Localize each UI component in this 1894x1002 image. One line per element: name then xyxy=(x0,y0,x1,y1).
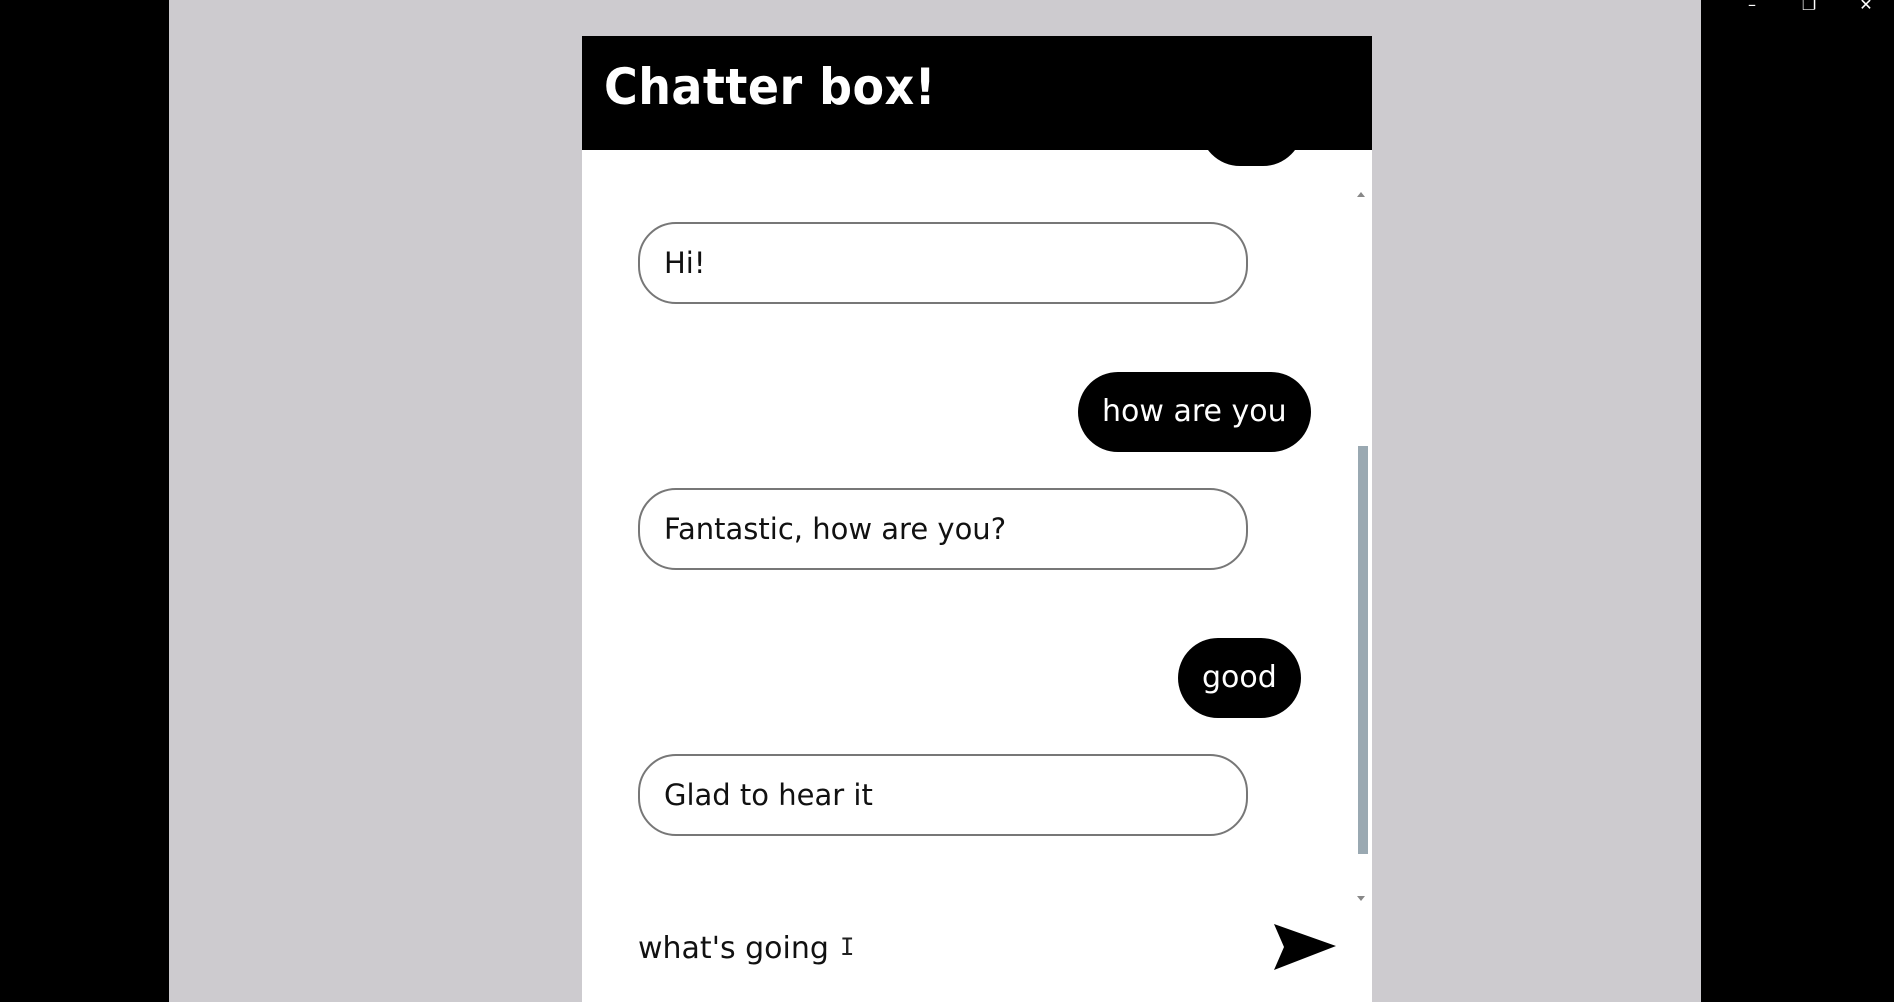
composer: I xyxy=(582,916,1372,1002)
app-header: Chatter box! xyxy=(582,36,1372,150)
message-input[interactable] xyxy=(638,916,1198,980)
bot-message: Hi! xyxy=(638,222,1248,304)
text-cursor-icon: I xyxy=(840,933,855,961)
user-message: how are you xyxy=(1078,372,1311,452)
user-message: hey xyxy=(1200,150,1304,166)
scroll-thumb[interactable] xyxy=(1358,446,1368,854)
app-title: Chatter box! xyxy=(604,58,937,116)
chat-app: Chatter box! hey Hi! how are you Fantast… xyxy=(582,36,1372,1002)
bot-message: Glad to hear it xyxy=(638,754,1248,836)
maximize-button[interactable]: ❐ xyxy=(1794,0,1824,14)
screen: – ❐ ✕ Chatter box! hey Hi! how are you F… xyxy=(0,0,1894,1002)
scroll-up-icon[interactable] xyxy=(1357,192,1365,197)
bot-message: Fantastic, how are you? xyxy=(638,488,1248,570)
scroll-down-icon[interactable] xyxy=(1357,896,1365,901)
send-arrow-icon xyxy=(1274,924,1336,970)
user-message: good xyxy=(1178,638,1301,718)
send-button[interactable] xyxy=(1270,920,1340,980)
close-button[interactable]: ✕ xyxy=(1851,0,1881,14)
minimize-button[interactable]: – xyxy=(1737,0,1767,14)
message-list[interactable]: hey Hi! how are you Fantastic, how are y… xyxy=(582,150,1372,862)
message-scrollbar[interactable] xyxy=(1354,150,1370,901)
